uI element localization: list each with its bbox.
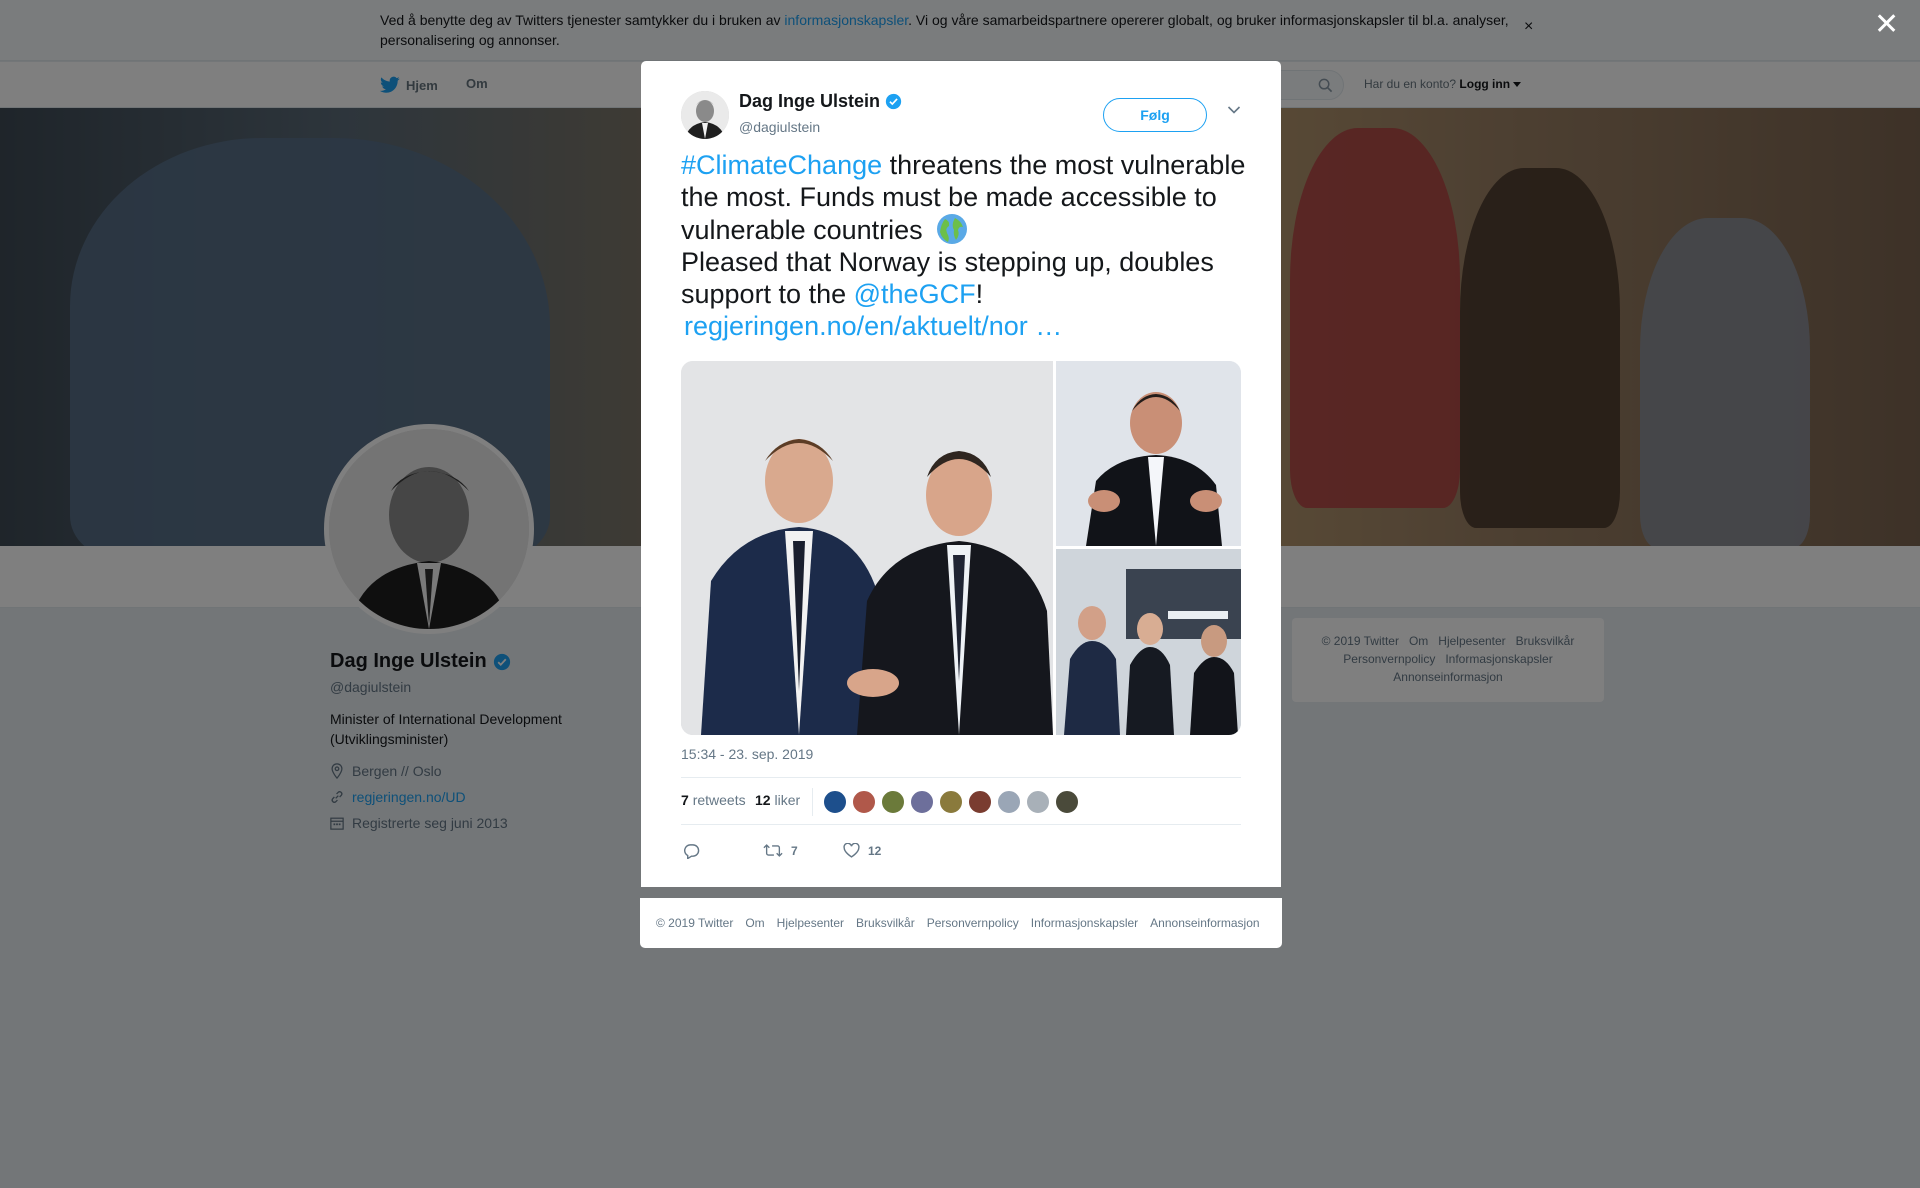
liker-avatar[interactable] (939, 790, 963, 814)
tweet-photo-grid (681, 361, 1241, 735)
tweet-stats: 7 retweets 12 liker (681, 777, 1241, 825)
photo-meeting (1056, 549, 1241, 735)
like-count: 12 (868, 843, 882, 858)
liker-avatar[interactable] (881, 790, 905, 814)
photo-speaker (1056, 361, 1241, 546)
retweets-stat[interactable]: 7 retweets (681, 792, 746, 808)
tweet-author-name[interactable]: Dag Inge Ulstein (739, 91, 902, 112)
tweet-url-ellipsis[interactable]: … (1028, 311, 1062, 341)
follow-button[interactable]: Følg (1103, 98, 1207, 132)
tweet-timestamp[interactable]: 15:34 - 23. sep. 2019 (681, 746, 813, 762)
tweet-actions: 7 12 (681, 835, 1241, 865)
tweet-url-link[interactable]: regjeringen.no/en/aktuelt/nor (684, 311, 1028, 341)
retweet-icon (763, 844, 783, 857)
hashtag-link[interactable]: #ClimateChange (681, 150, 882, 180)
reply-icon (684, 844, 700, 859)
photo-handshake (681, 361, 1053, 735)
avatar-portrait (681, 91, 729, 139)
globe-emoji-icon (937, 214, 968, 244)
footer-link-cookies[interactable]: Informasjonskapsler (1031, 916, 1138, 930)
liker-avatar[interactable] (1055, 790, 1079, 814)
like-button[interactable]: 12 (843, 843, 881, 858)
tweet-author-handle[interactable]: @dagiulstein (739, 119, 820, 135)
footer-link-help[interactable]: Hjelpesenter (777, 916, 844, 930)
footer-copyright: © 2019 Twitter (656, 916, 734, 930)
tweet-photo-2[interactable] (1056, 361, 1241, 546)
liker-avatar[interactable] (997, 790, 1021, 814)
footer-link-terms[interactable]: Bruksvilkår (856, 916, 915, 930)
liker-avatar[interactable] (823, 790, 847, 814)
verified-badge-icon (885, 93, 902, 110)
liker-avatar[interactable] (852, 790, 876, 814)
tweet-author-avatar[interactable] (681, 91, 729, 139)
tweet-photo-1[interactable] (681, 361, 1053, 735)
likes-stat[interactable]: 12 liker (755, 792, 800, 808)
likers-avatars (823, 790, 1079, 814)
divider (812, 788, 813, 816)
retweet-button[interactable]: 7 (763, 843, 798, 858)
liker-avatar[interactable] (910, 790, 934, 814)
reply-button[interactable] (683, 843, 700, 859)
close-icon[interactable]: ✕ (1874, 10, 1899, 40)
chevron-down-icon[interactable] (1227, 105, 1241, 115)
tweet-text: #ClimateChange threatens the most vulner… (681, 150, 1246, 341)
footer-link-privacy[interactable]: Personvernpolicy (927, 916, 1019, 930)
liker-avatar[interactable] (1026, 790, 1050, 814)
footer-link-ads-info[interactable]: Annonseinformasjon (1150, 916, 1259, 930)
mention-link[interactable]: @theGCF (854, 279, 976, 309)
tweet-permalink-modal: Dag Inge Ulstein @dagiulstein Følg #Clim… (641, 61, 1281, 887)
heart-icon (843, 843, 860, 858)
retweet-count: 7 (791, 843, 798, 858)
liker-avatar[interactable] (968, 790, 992, 814)
tweet-photo-3[interactable] (1056, 549, 1241, 735)
footer-link-about[interactable]: Om (745, 916, 764, 930)
modal-footer: © 2019 Twitter Om Hjelpesenter Bruksvilk… (640, 898, 1282, 948)
